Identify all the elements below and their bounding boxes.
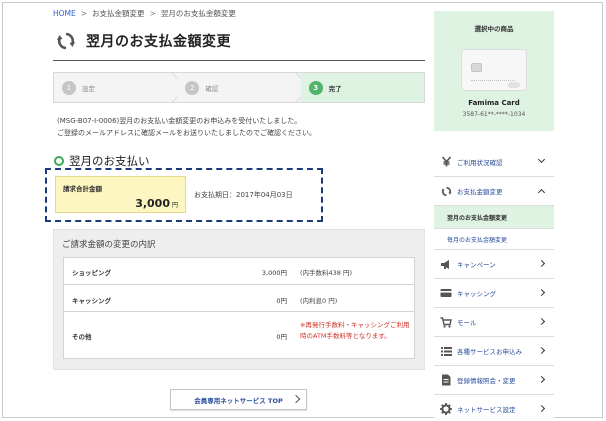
- breakdown-title: ご請求金額の変更の内訳: [62, 240, 156, 250]
- member-top-button[interactable]: 会員専用ネットサービス TOP: [170, 389, 307, 410]
- chevron-right-icon: [537, 317, 546, 326]
- step-label: 設定: [82, 84, 95, 93]
- row-value: 0円: [276, 333, 287, 341]
- step-confirm: 2 確認: [177, 73, 301, 102]
- list-icon: [440, 345, 452, 357]
- nav-subitem-next-month[interactable]: 翌月のお支払金額変更: [434, 205, 554, 228]
- chevron-up-icon: [537, 188, 546, 197]
- row-label: キャッシング: [72, 297, 111, 305]
- selected-product-heading: 選択中の商品: [474, 25, 514, 33]
- step-settings: 1 設定: [54, 73, 178, 102]
- table-row: キャッシング 0円 (内利息0 円): [64, 284, 414, 311]
- nav-label: ネットサービス設定: [457, 405, 516, 414]
- step-number: 2: [185, 80, 200, 95]
- table-row: ショッピング 3,000円 (内手数料438 円): [64, 258, 414, 284]
- page-title: 翌月のお支払金額変更: [86, 34, 231, 50]
- card-brand-logo: [508, 82, 520, 88]
- card-chip-icon: [471, 63, 482, 72]
- total-amount: 3,000 円: [135, 197, 178, 210]
- breadcrumb-separator: >: [80, 9, 88, 18]
- breadcrumb-item-payment-change[interactable]: お支払金額変更: [92, 9, 145, 18]
- nav-item-services[interactable]: 各種サービスお申込み: [434, 336, 554, 365]
- breadcrumb-item-current: 翌月のお支払金額変更: [160, 9, 236, 18]
- nav-label: お支払金額変更: [457, 188, 503, 196]
- completion-message: (MSG-B07-I-0006)翌月のお支払い金額変更のお申込みを受付いたしまし…: [57, 115, 316, 139]
- nav-item-usage[interactable]: ご利用状況確認: [434, 147, 554, 176]
- total-label: 請求合計金額: [63, 185, 102, 193]
- table-row: その他 0円 ※再発行手数料・キャッシングご利用時のATM手数料等となります。: [64, 311, 414, 358]
- nav-item-mall[interactable]: モール: [434, 307, 554, 336]
- payment-due-date: お支払期日：2017年04月03日: [194, 191, 293, 199]
- message-line: ご登録のメールアドレスに確認メールをお送りいたしましたのでご確認ください。: [57, 129, 316, 137]
- chevron-down-icon: [537, 155, 546, 164]
- side-navigation: ご利用状況確認 お支払金額変更 翌月のお支払金額変更 毎月のお支払金額変更 キャ…: [434, 147, 554, 421]
- title-divider: [53, 60, 425, 61]
- chevron-right-icon: [537, 375, 546, 384]
- nav-label: キャンペーン: [457, 261, 496, 269]
- total-amount-unit: 円: [171, 202, 178, 209]
- payment-section-heading: 翌月のお支払い: [54, 153, 150, 169]
- cart-icon: [440, 316, 452, 328]
- nav-item-cashing[interactable]: キャッシング: [434, 278, 554, 307]
- step-label: 確認: [205, 84, 219, 93]
- nav-item-net-settings[interactable]: ネットサービス設定: [434, 394, 554, 421]
- row-value: 3,000円: [261, 269, 287, 277]
- chevron-right-icon: [537, 288, 546, 297]
- chevron-right-icon: [291, 394, 301, 404]
- card-icon: [440, 287, 452, 299]
- nav-label: 各種サービスお申込み: [457, 348, 522, 356]
- refresh-icon: [440, 185, 452, 197]
- nav-item-payment-change[interactable]: お支払金額変更: [434, 176, 554, 205]
- row-value: 0円: [276, 297, 287, 305]
- card-number: 3587-61**-****-1034: [462, 111, 526, 118]
- member-top-button-label: 会員専用ネットサービス TOP: [194, 396, 283, 405]
- nav-label: キャッシング: [457, 290, 496, 298]
- step-number: 1: [62, 80, 76, 95]
- breadcrumb-home-link[interactable]: HOME: [53, 9, 76, 18]
- nav-item-registration[interactable]: 登録情報照会・変更: [434, 365, 554, 394]
- breadcrumb-separator: >: [149, 9, 156, 18]
- nav-subitem-monthly[interactable]: 毎月のお支払金額変更: [434, 228, 554, 249]
- selected-card-panel: 選択中の商品 Famima Card 3587-61**-****-1034: [434, 11, 554, 131]
- breakdown-table: ショッピング 3,000円 (内手数料438 円) キャッシング 0円 (内利息…: [63, 257, 415, 359]
- nav-label: 登録情報照会・変更: [457, 377, 516, 385]
- breakdown-panel: ご請求金額の変更の内訳 ショッピング 3,000円 (内手数料438 円) キャ…: [53, 229, 425, 370]
- credit-card-image: [461, 49, 527, 91]
- chevron-right-icon: [537, 404, 546, 413]
- total-amount-box: 請求合計金額 3,000 円: [55, 176, 186, 213]
- step-indicator: 1 設定 2 確認 3 完了: [53, 72, 425, 103]
- card-name: Famima Card: [468, 99, 520, 107]
- row-note: ※再発行手数料・キャッシングご利用時のATM手数料等となります。: [300, 321, 410, 340]
- gear-icon: [440, 402, 452, 415]
- circle-bullet-icon: [54, 156, 64, 166]
- section-title: 翌月のお支払い: [69, 154, 150, 168]
- step-number: 3: [308, 80, 323, 95]
- refresh-icon: [57, 32, 75, 50]
- row-label: その他: [72, 333, 92, 341]
- row-note: (内手数料438 円): [300, 269, 353, 277]
- nav-label: モール: [457, 319, 477, 327]
- step-complete: 3 完了: [300, 73, 424, 102]
- row-label: ショッピング: [72, 269, 111, 277]
- message-line: (MSG-B07-I-0006)翌月のお支払い金額変更のお申込みを受付いたしまし…: [57, 117, 302, 125]
- document-icon: [440, 374, 452, 386]
- nav-item-campaign[interactable]: キャンペーン: [434, 249, 554, 278]
- nav-label: ご利用状況確認: [457, 158, 503, 167]
- yen-icon: [440, 156, 452, 168]
- megaphone-icon: [440, 258, 452, 270]
- total-amount-value: 3,000: [135, 197, 170, 210]
- chevron-right-icon: [537, 346, 546, 355]
- breadcrumb: HOME > お支払金額変更 > 翌月のお支払金額変更: [53, 8, 236, 19]
- step-label: 完了: [328, 84, 342, 93]
- row-note: (内利息0 円): [300, 297, 338, 305]
- chevron-right-icon: [537, 259, 546, 268]
- page-header: 翌月のお支払金額変更: [56, 30, 231, 52]
